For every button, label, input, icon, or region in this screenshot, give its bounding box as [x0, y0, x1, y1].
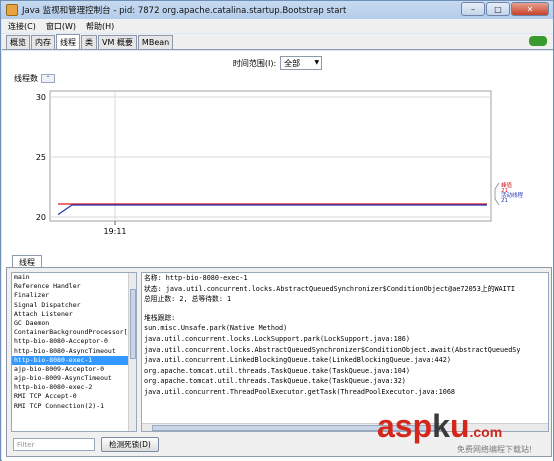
watermark-subtitle: 免费网络编程下载站! [457, 445, 533, 454]
threads-content: 时间范围(I): 全部 线程数 ⌃ 202530 19:11 峰值21活动线程2… [2, 51, 553, 461]
thread-detail-line: 堆栈跟踪: [144, 313, 176, 322]
connection-status-icon[interactable] [529, 36, 547, 46]
time-range-row: 时间范围(I): 全部 [2, 55, 553, 71]
menu-help[interactable]: 帮助(H) [86, 21, 114, 32]
thread-list-item[interactable]: main [12, 273, 136, 282]
legend-bracket [494, 182, 500, 206]
thread-detail-line: 状态: java.util.concurrent.locks.AbstractQ… [144, 284, 515, 293]
thread-detail-line [142, 305, 548, 313]
thread-detail-line: 总阻止数: 2, 总等待数: 1 [144, 295, 232, 304]
thread-list-item[interactable]: Attach Listener [12, 310, 136, 319]
menu-bar: 连接(C) 窗口(W) 帮助(H) [2, 19, 553, 33]
y-tick-label: 25 [36, 153, 46, 162]
java-app-icon [6, 4, 18, 16]
thread-list-item[interactable]: Finalizer [12, 291, 136, 300]
thread-list-item[interactable]: ajp-bio-8009-AsyncTimeout [12, 374, 136, 383]
time-range-label: 时间范围(I): [232, 58, 277, 68]
collapse-chart-button[interactable]: ⌃ [41, 74, 55, 83]
tab-memory[interactable]: 内存 [31, 35, 55, 49]
thread-list-item[interactable]: Signal Dispatcher [12, 301, 136, 310]
thread-detail-line: java.util.concurrent.ThreadPoolExecutor.… [144, 387, 455, 396]
plot-background [49, 90, 492, 222]
scroll-thumb[interactable] [130, 289, 136, 359]
time-range-select[interactable]: 全部 [280, 56, 323, 70]
thread-list-scrollbar[interactable] [128, 273, 136, 431]
thread-list-item[interactable]: RMI TCP Connection(2)-1 [12, 402, 136, 411]
thread-detail-line: java.util.concurrent.locks.AbstractQueue… [144, 345, 521, 354]
thread-list-item[interactable]: http-bio-8080-exec-1 [12, 355, 136, 365]
main-window: Java 监视和管理控制台 - pid: 7872 org.apache.cat… [0, 0, 554, 461]
menu-connection[interactable]: 连接(C) [8, 21, 36, 32]
thread-list-item[interactable]: http-bio-8080-Acceptor-0 [12, 337, 136, 346]
thread-list[interactable]: main Reference Handler Finalizer Signal Dis… [11, 272, 137, 432]
menu-window[interactable]: 窗口(W) [46, 21, 76, 32]
thread-list-item[interactable]: GC Daemon [12, 319, 136, 328]
thread-detail-line: 名称: http-bio-8080-exec-1 [144, 274, 248, 282]
thread-detail-line: java.util.concurrent.LinkedBlockingQueue… [144, 356, 451, 365]
window-controls: – □ ✕ [461, 2, 549, 16]
tab-overview[interactable]: 概览 [6, 35, 30, 49]
x-tick-label: 19:11 [103, 227, 126, 236]
maximize-button[interactable]: □ [486, 2, 510, 16]
tab-classes[interactable]: 类 [81, 35, 97, 49]
thread-detail-line: sun.misc.Unsafe.park(Native Method) [144, 324, 288, 333]
thread-detail-line: org.apache.tomcat.util.threads.TaskQueue… [144, 377, 406, 386]
thread-list-item[interactable]: RMI TCP Accept-0 [12, 392, 136, 401]
thread-detail-line: org.apache.tomcat.util.threads.TaskQueue… [144, 366, 410, 375]
y-tick-label: 30 [36, 93, 46, 102]
watermark-logo: aspku.com 免费网络编程下载站! [377, 408, 547, 456]
thread-list-item[interactable]: http-bio-8080-exec-2 [12, 383, 136, 392]
detect-deadlock-button[interactable]: 检测死锁(D) [101, 437, 159, 452]
thread-list-item[interactable]: http-bio-8080-AsyncTimeout [12, 347, 136, 356]
thread-detail-line: java.util.concurrent.locks.LockSupport.p… [144, 334, 410, 343]
close-button[interactable]: ✕ [511, 2, 549, 16]
tab-vm-summary[interactable]: VM 概要 [98, 35, 137, 49]
main-tabs: 概览 内存 线程 类 VM 概要 MBean [2, 34, 553, 50]
y-tick-label: 20 [36, 213, 46, 222]
window-title: Java 监视和管理控制台 - pid: 7872 org.apache.cat… [22, 6, 347, 16]
thread-list-item[interactable]: ajp-bio-8009-Acceptor-0 [12, 365, 136, 374]
tab-mbeans[interactable]: MBean [137, 35, 174, 49]
thread-filter-input[interactable]: Filter [13, 438, 95, 451]
x-axis-ticks: 19:11 [103, 221, 127, 236]
y-axis-ticks: 20 25 30 [36, 93, 46, 222]
legend-series-value: 21 [501, 198, 508, 204]
tab-threads[interactable]: 线程 [56, 34, 80, 49]
thread-list-item[interactable]: Reference Handler [12, 282, 136, 291]
watermark-text: aspku.com [377, 408, 503, 444]
thread-count-chart: 20 25 30 19:11 峰值21活动线程21 [36, 90, 524, 236]
title-bar[interactable]: Java 监视和管理控制台 - pid: 7872 org.apache.cat… [1, 1, 553, 19]
thread-list-item[interactable]: ContainerBackgroundProcessor[S [12, 328, 136, 337]
minimize-button[interactable]: – [461, 2, 485, 16]
chart-legend: 峰值21活动线程21 [494, 181, 524, 206]
